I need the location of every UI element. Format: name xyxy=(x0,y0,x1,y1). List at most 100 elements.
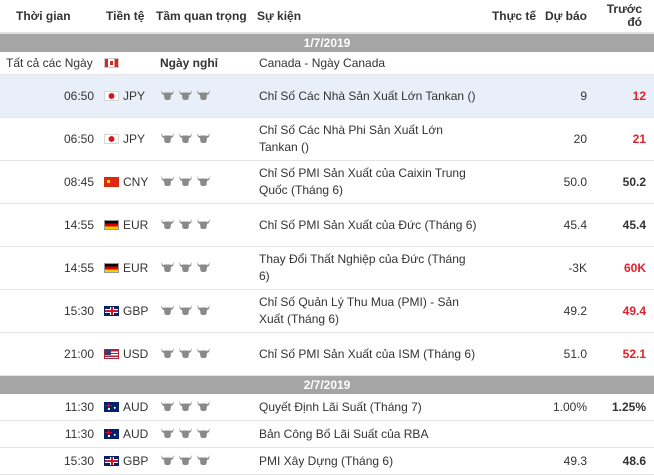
event-name[interactable]: Chỉ Số Các Nhà Sản Xuất Lớn Tankan () xyxy=(253,74,483,118)
bull-icon xyxy=(178,218,193,233)
event-previous: 1.25% xyxy=(591,394,654,421)
table-row[interactable]: 15:30 GBP PMI Xây Dựng (Tháng 6) 49.3 48.6 xyxy=(0,447,654,475)
event-currency: JPY xyxy=(102,117,152,161)
currency-code: CNY xyxy=(123,175,149,189)
event-name[interactable]: Thay Đổi Thất Nghiệp của Đức (Tháng 6) xyxy=(253,246,483,290)
day-date: 2/7/2019 xyxy=(0,375,654,394)
day-date: 1/7/2019 xyxy=(0,32,654,52)
header-currency[interactable]: Tiền tệ xyxy=(102,0,152,34)
bull-icon xyxy=(160,261,175,276)
importance-rating xyxy=(152,203,253,247)
uk-flag-icon xyxy=(104,306,119,316)
event-time: 11:30 xyxy=(0,394,102,421)
holiday-row[interactable]: Tất cả các Ngày Ngày nghỉ Canada - Ngày … xyxy=(0,52,654,75)
bull-icon xyxy=(160,132,175,147)
bull-icon xyxy=(160,400,175,415)
event-actual xyxy=(483,394,540,421)
importance-rating xyxy=(152,420,253,448)
event-actual xyxy=(483,203,540,247)
bull-icon xyxy=(160,218,175,233)
event-name[interactable]: Chỉ Số PMI Sản Xuất của ISM (Tháng 6) xyxy=(253,332,483,376)
table-row[interactable]: 08:45 CNY Chỉ Số PMI Sản Xuất của Caixin T… xyxy=(0,160,654,204)
usa-flag-icon xyxy=(104,349,119,359)
header-event[interactable]: Sự kiện xyxy=(253,0,483,34)
event-currency: GBP xyxy=(102,447,152,475)
event-forecast: 1.00% xyxy=(540,394,591,421)
event-actual xyxy=(483,332,540,376)
bull-icon xyxy=(196,400,211,415)
event-actual xyxy=(483,246,540,290)
event-actual xyxy=(483,74,540,118)
australia-flag-icon xyxy=(104,429,119,439)
table-row[interactable]: 14:55 EUR Thay Đổi Thất Nghiệp của Đức (Th… xyxy=(0,246,654,290)
bull-icon xyxy=(160,454,175,469)
bull-icon xyxy=(196,175,211,190)
table-row[interactable]: 11:30 AUD Bản Công Bố Lãi Suất của RBA xyxy=(0,420,654,448)
header-time[interactable]: Thời gian xyxy=(0,0,102,34)
currency-code: JPY xyxy=(123,132,146,146)
table-row[interactable]: 21:00 USD Chỉ Số PMI Sản Xuất của ISM (Thá… xyxy=(0,332,654,376)
calendar-body: 1/7/2019 Tất cả các Ngày Ngày nghỉ Canad… xyxy=(0,32,654,475)
japan-flag-icon xyxy=(104,91,119,101)
event-name[interactable]: Quyết Định Lãi Suất (Tháng 7) xyxy=(253,394,483,421)
header-forecast[interactable]: Dự báo xyxy=(540,0,591,34)
event-name[interactable]: Chỉ Số Quản Lý Thu Mua (PMI) - Sản Xuất … xyxy=(253,289,483,333)
event-currency: EUR xyxy=(102,203,152,247)
currency-code: AUD xyxy=(123,400,149,414)
importance-rating xyxy=(152,289,253,333)
event-time: 15:30 xyxy=(0,447,102,475)
currency-code: AUD xyxy=(123,427,149,441)
bull-icon xyxy=(178,89,193,104)
germany-flag-icon xyxy=(104,263,119,273)
table-row[interactable]: 15:30 GBP Chỉ Số Quản Lý Thu Mua (PMI) - S… xyxy=(0,289,654,333)
event-previous: 60K xyxy=(591,246,654,290)
japan-flag-icon xyxy=(104,134,119,144)
event-forecast: 20 xyxy=(540,117,591,161)
bull-icon xyxy=(178,400,193,415)
table-row[interactable]: 14:55 EUR Chỉ Số PMI Sản Xuất của Đức (Thá… xyxy=(0,203,654,247)
event-name[interactable]: Chỉ Số PMI Sản Xuất của Đức (Tháng 6) xyxy=(253,203,483,247)
event-currency: CNY xyxy=(102,160,152,204)
event-previous: 52.1 xyxy=(591,332,654,376)
header-actual[interactable]: Thực tế xyxy=(483,0,540,34)
holiday-time: Tất cả các Ngày xyxy=(0,52,102,75)
bull-icon xyxy=(160,427,175,442)
importance-rating xyxy=(152,332,253,376)
australia-flag-icon xyxy=(104,402,119,412)
bull-icon xyxy=(178,175,193,190)
bull-icon xyxy=(160,175,175,190)
bull-icon xyxy=(196,427,211,442)
event-name[interactable]: PMI Xây Dựng (Tháng 6) xyxy=(253,447,483,475)
bull-icon xyxy=(196,132,211,147)
table-row[interactable]: 06:50 JPY Chỉ Số Các Nhà Phi Sản Xuất Lớn … xyxy=(0,117,654,161)
economic-calendar-table: Thời gian Tiền tệ Tầm quan trọng Sự kiện… xyxy=(0,0,654,475)
event-actual xyxy=(483,160,540,204)
holiday-label: Ngày nghỉ xyxy=(152,52,253,75)
day-header: 2/7/2019 xyxy=(0,375,654,394)
event-currency: EUR xyxy=(102,246,152,290)
currency-code: EUR xyxy=(123,261,149,275)
event-actual xyxy=(483,117,540,161)
currency-code: GBP xyxy=(123,454,149,468)
event-time: 21:00 xyxy=(0,332,102,376)
header-importance[interactable]: Tầm quan trọng xyxy=(152,0,253,34)
event-currency: JPY xyxy=(102,74,152,118)
bull-icon xyxy=(160,347,175,362)
bull-icon xyxy=(196,347,211,362)
currency-code: GBP xyxy=(123,304,149,318)
importance-rating xyxy=(152,117,253,161)
event-name[interactable]: Bản Công Bố Lãi Suất của RBA xyxy=(253,420,483,448)
china-flag-icon xyxy=(104,177,119,187)
header-previous[interactable]: Trước đó xyxy=(591,0,654,34)
event-time: 14:55 xyxy=(0,203,102,247)
bull-icon xyxy=(160,89,175,104)
day-header: 1/7/2019 xyxy=(0,32,654,52)
event-previous: 21 xyxy=(591,117,654,161)
event-currency: AUD xyxy=(102,420,152,448)
event-previous: 12 xyxy=(591,74,654,118)
germany-flag-icon xyxy=(104,220,119,230)
table-row[interactable]: 11:30 AUD Quyết Định Lãi Suất (Tháng 7) 1.0… xyxy=(0,394,654,421)
event-name[interactable]: Chỉ Số PMI Sản Xuất của Caixin Trung Quố… xyxy=(253,160,483,204)
event-name[interactable]: Chỉ Số Các Nhà Phi Sản Xuất Lớn Tankan (… xyxy=(253,117,483,161)
table-row[interactable]: 06:50 JPY Chỉ Số Các Nhà Sản Xuất Lớn Tank… xyxy=(0,74,654,118)
